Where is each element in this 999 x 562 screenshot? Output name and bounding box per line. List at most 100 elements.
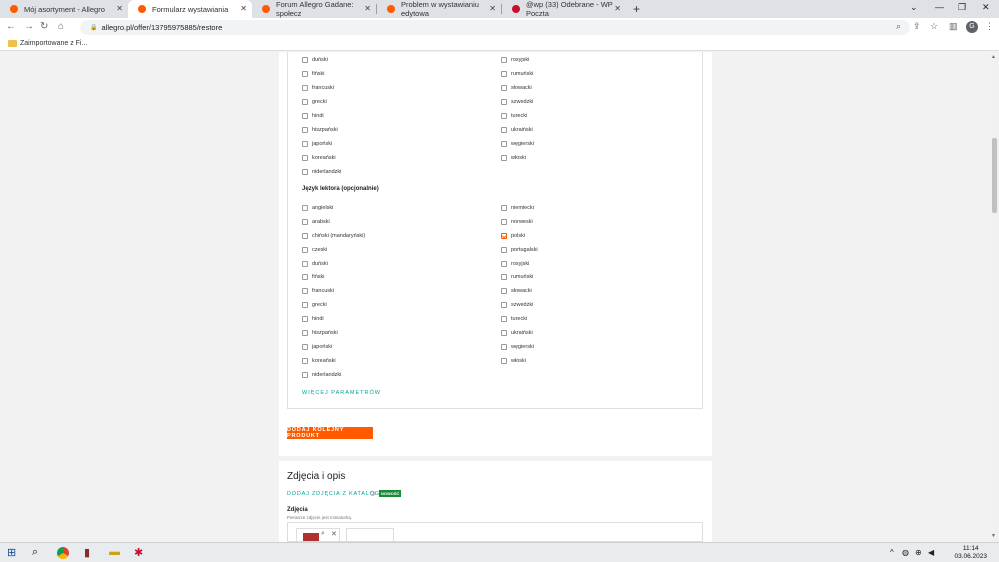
minimize-icon[interactable]: —: [935, 2, 944, 12]
network-icon[interactable]: ⊕: [915, 548, 922, 557]
checkbox-hindi[interactable]: hindi: [302, 112, 324, 120]
close-tab-icon[interactable]: ✕: [614, 4, 621, 13]
side-panel-icon[interactable]: ▥: [949, 21, 958, 32]
back-icon[interactable]: ←: [6, 21, 16, 32]
maximize-icon[interactable]: ❐: [958, 2, 966, 13]
checkbox-box[interactable]: [302, 247, 308, 253]
checkbox-box[interactable]: [501, 316, 507, 322]
checkbox-box[interactable]: [302, 219, 308, 225]
checkbox-box[interactable]: [302, 344, 308, 350]
tab-wp-poczta[interactable]: @wp (33) Odebrane - WP Poczta ✕: [502, 0, 626, 18]
checkbox-box[interactable]: [501, 330, 507, 336]
checkbox-box[interactable]: [302, 169, 308, 175]
scroll-down-icon[interactable]: ▼: [991, 533, 996, 539]
info-icon[interactable]: [370, 491, 375, 496]
menu-dots-icon[interactable]: ⋮: [985, 21, 994, 32]
lector-checkbox-wegierski[interactable]: węgierski: [501, 343, 534, 351]
reload-icon[interactable]: ↻: [40, 21, 48, 32]
checkbox-box[interactable]: [302, 71, 308, 77]
lector-checkbox-norweski[interactable]: norweski: [501, 218, 533, 226]
checkbox-japonski[interactable]: japoński: [302, 140, 332, 148]
taskbar-clock[interactable]: 11:14 03.06.2023: [954, 545, 987, 561]
lector-checkbox-rosyjski[interactable]: rosyjski: [501, 260, 529, 268]
lector-checkbox-szwedzki[interactable]: szwedzki: [501, 301, 533, 309]
close-window-icon[interactable]: ✕: [982, 2, 990, 13]
pinned-app-icon[interactable]: ✱: [134, 546, 143, 559]
checkbox-box[interactable]: [501, 288, 507, 294]
lector-checkbox-francuski[interactable]: francuski: [302, 287, 334, 295]
search-icon[interactable]: ⌕: [32, 546, 38, 559]
checkbox-rosyjski[interactable]: rosyjski: [501, 56, 529, 64]
lector-checkbox-arabski[interactable]: arabski: [302, 218, 330, 226]
checkbox-box[interactable]: [302, 288, 308, 294]
bookmark-star-icon[interactable]: ☆: [930, 21, 938, 32]
more-parameters-link[interactable]: WIĘCEJ PARAMETRÓW: [302, 390, 381, 396]
checkbox-box[interactable]: [501, 247, 507, 253]
volume-icon[interactable]: ◀: [928, 548, 934, 557]
checkbox-box[interactable]: [501, 155, 507, 161]
checkbox-wegierski[interactable]: węgierski: [501, 140, 534, 148]
tab-problem-w-wystawianiu[interactable]: Problem w wystawianiu edytowa ✕: [377, 0, 501, 18]
lector-checkbox-turecki[interactable]: turecki: [501, 315, 527, 323]
checkbox-box[interactable]: [302, 358, 308, 364]
close-tab-icon[interactable]: ✕: [240, 4, 247, 13]
tray-app-icon[interactable]: ◍: [902, 548, 909, 557]
checkbox-box[interactable]: [501, 205, 507, 211]
lector-checkbox-rumunski[interactable]: rumuński: [501, 273, 533, 281]
file-explorer-icon[interactable]: ▬: [109, 546, 120, 558]
checkbox-box[interactable]: [501, 71, 507, 77]
checkbox-turecki[interactable]: turecki: [501, 112, 527, 120]
checkbox-box[interactable]: [501, 219, 507, 225]
lector-checkbox-angielski[interactable]: angielski: [302, 204, 333, 212]
checkbox-box[interactable]: [302, 205, 308, 211]
lector-checkbox-finski[interactable]: fiński: [302, 273, 325, 281]
forward-icon[interactable]: →: [24, 21, 34, 32]
bookmark-folder[interactable]: Zaimportowane z Fi...: [20, 40, 87, 47]
lector-checkbox-niderlandzki[interactable]: niderlandzki: [302, 371, 341, 379]
share-icon[interactable]: ⇪: [913, 21, 921, 32]
checkbox-box[interactable]: [501, 141, 507, 147]
checkbox-box[interactable]: [501, 57, 507, 63]
scroll-up-icon[interactable]: ▲: [991, 54, 996, 60]
lector-checkbox-wloski[interactable]: włoski: [501, 357, 526, 365]
checkbox-box[interactable]: [302, 155, 308, 161]
checkbox-box[interactable]: [302, 85, 308, 91]
checkbox-box[interactable]: [302, 141, 308, 147]
lector-checkbox-dunski[interactable]: duński: [302, 260, 328, 268]
lector-checkbox-japonski[interactable]: japoński: [302, 343, 332, 351]
photo-tile[interactable]: ⌕ ✕: [296, 528, 340, 542]
lector-checkbox-slowacki[interactable]: słowacki: [501, 287, 532, 295]
checkbox-grecki[interactable]: grecki: [302, 98, 327, 106]
checkbox-koreanski[interactable]: koreański: [302, 154, 336, 162]
checkbox-box[interactable]: [501, 127, 507, 133]
lector-checkbox-koreanski[interactable]: koreański: [302, 357, 336, 365]
checkbox-box[interactable]: [501, 99, 507, 105]
lector-checkbox-grecki[interactable]: grecki: [302, 301, 327, 309]
checkbox-box[interactable]: [302, 233, 308, 239]
close-tab-icon[interactable]: ✕: [364, 4, 371, 13]
add-photo-slot[interactable]: [346, 528, 394, 542]
windows-start-icon[interactable]: ⊞: [7, 546, 16, 559]
checkbox-dunski[interactable]: duński: [302, 56, 328, 64]
checkbox-ukrainski[interactable]: ukraiński: [501, 126, 533, 134]
checkbox-box[interactable]: [302, 316, 308, 322]
checkbox-box[interactable]: [501, 344, 507, 350]
checkbox-box-checked[interactable]: [501, 233, 507, 239]
lector-checkbox-hiszpanski[interactable]: hiszpański: [302, 329, 338, 337]
lector-checkbox-ukrainski[interactable]: ukraiński: [501, 329, 533, 337]
checkbox-box[interactable]: [302, 330, 308, 336]
checkbox-finski[interactable]: fiński: [302, 70, 325, 78]
checkbox-niderlandzki[interactable]: niderlandzki: [302, 168, 341, 176]
checkbox-box[interactable]: [501, 358, 507, 364]
checkbox-wloski[interactable]: włoski: [501, 154, 526, 162]
new-tab-icon[interactable]: +: [633, 2, 640, 16]
checkbox-box[interactable]: [501, 85, 507, 91]
lector-checkbox-niemiecki[interactable]: niemiecki: [501, 204, 534, 212]
checkbox-box[interactable]: [501, 302, 507, 308]
home-icon[interactable]: ⌂: [58, 21, 64, 32]
chrome-icon[interactable]: [57, 547, 69, 559]
app-icon[interactable]: ▮: [84, 546, 90, 559]
checkbox-slowacki[interactable]: słowacki: [501, 84, 532, 92]
page-scrollbar[interactable]: ▲ ▼: [990, 52, 999, 542]
lector-checkbox-polski[interactable]: polski: [501, 232, 525, 240]
